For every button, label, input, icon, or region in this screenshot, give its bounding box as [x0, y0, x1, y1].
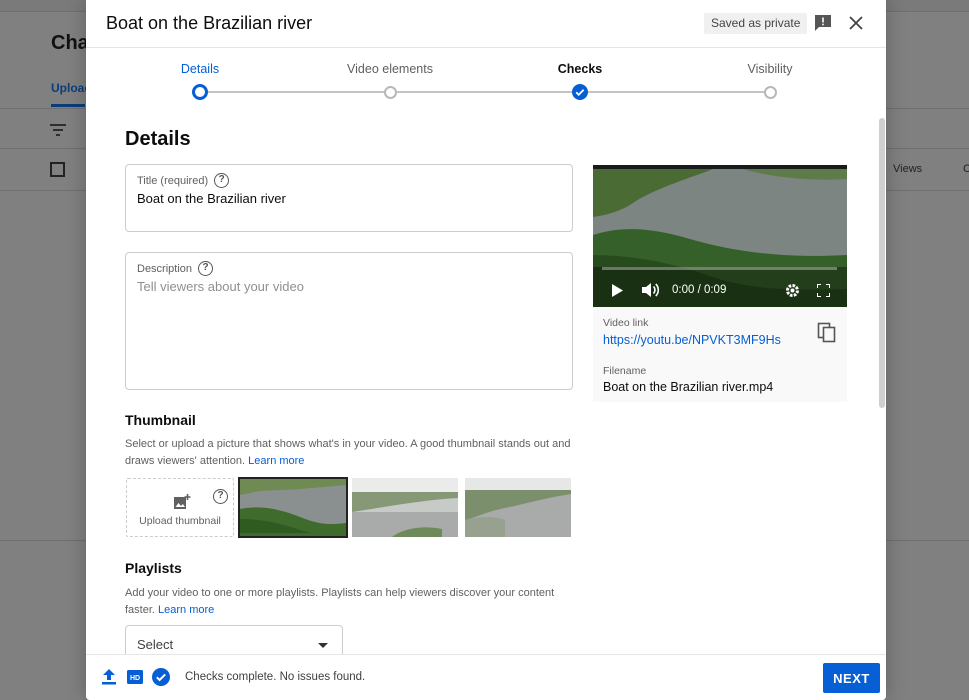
thumbnail-option[interactable] [465, 478, 571, 537]
stepper-connector [390, 91, 580, 93]
copy-icon[interactable] [817, 322, 837, 344]
step-details[interactable]: Details [140, 62, 260, 76]
feedback-icon[interactable] [813, 13, 833, 33]
filter-icon [50, 123, 66, 141]
step-pending-dot [383, 85, 397, 99]
video-timestamp: 0:00 / 0:09 [672, 284, 727, 296]
step-checks[interactable]: Checks [520, 62, 640, 76]
checks-status-text: Checks complete. No issues found. [185, 671, 366, 683]
thumbnail-option-selected[interactable] [238, 477, 348, 538]
checks-complete-icon [152, 668, 170, 686]
thumbnail-description-text: Select or upload a picture that shows wh… [125, 438, 571, 467]
background-select-all-checkbox [50, 162, 65, 177]
upload-icon [100, 668, 118, 686]
upload-dialog: Boat on the Brazilian river Saved as pri… [86, 0, 886, 700]
video-link-label: Video link [603, 317, 649, 329]
background-tab-underline [51, 104, 85, 107]
upload-thumbnail-label: Upload thumbnail [139, 515, 221, 527]
fullscreen-icon[interactable] [817, 284, 830, 297]
section-heading-playlists: Playlists [125, 560, 182, 576]
next-button[interactable]: NEXT [823, 663, 880, 693]
add-photo-icon [174, 494, 191, 509]
thumbnail-learn-more-link[interactable]: Learn more [248, 455, 304, 467]
filename-label: Filename [603, 365, 647, 377]
thumbnail-description: Select or upload a picture that shows wh… [125, 436, 575, 470]
description-label-text: Description [137, 262, 193, 275]
video-progress-bar[interactable] [602, 267, 837, 270]
svg-text:HD: HD [130, 675, 140, 682]
step-current-dot [192, 84, 208, 100]
dropdown-arrow-icon [318, 643, 328, 648]
section-heading-thumbnail: Thumbnail [125, 412, 196, 428]
help-icon[interactable]: ? [198, 261, 214, 276]
play-icon[interactable] [612, 284, 623, 297]
help-icon[interactable]: ? [213, 489, 228, 504]
background-tab-uploads: Uploac [51, 81, 92, 95]
title-field-label: Title (required) ? [137, 173, 230, 188]
settings-icon[interactable] [785, 283, 800, 298]
step-pending-dot [763, 85, 777, 99]
video-player[interactable]: 0:00 / 0:09 [593, 165, 847, 307]
video-preview-card: 0:00 / 0:09 Video link https://youtu.be/… [593, 165, 847, 402]
upload-thumbnail-button[interactable]: ? Upload thumbnail [126, 478, 234, 537]
description-field[interactable]: Description ? Tell viewers about your vi… [125, 252, 573, 390]
filename-value: Boat on the Brazilian river.mp4 [603, 380, 774, 394]
playlists-description: Add your video to one or more playlists.… [125, 585, 575, 619]
title-label-text: Title (required) [137, 174, 209, 187]
title-field[interactable]: Title (required) ? Boat on the Brazilian… [125, 164, 573, 232]
help-icon[interactable]: ? [214, 173, 230, 188]
thumbnail-image [240, 479, 346, 536]
description-field-label: Description ? [137, 261, 214, 276]
video-link[interactable]: https://youtu.be/NPVKT3MF9Hs [603, 333, 781, 347]
volume-icon[interactable] [642, 282, 660, 298]
step-video-elements[interactable]: Video elements [330, 62, 450, 76]
title-input[interactable]: Boat on the Brazilian river [137, 191, 286, 206]
dialog-footer: HD Checks complete. No issues found. NEX… [86, 654, 886, 700]
hd-icon: HD [126, 668, 144, 686]
scrollbar-thumb[interactable] [879, 118, 885, 408]
background-col-views: Views [893, 163, 923, 175]
description-input[interactable]: Tell viewers about your video [137, 279, 304, 294]
step-visibility[interactable]: Visibility [710, 62, 830, 76]
section-heading-details: Details [125, 128, 191, 150]
thumbnail-option[interactable] [352, 478, 458, 537]
background-col-extra: C [963, 163, 969, 175]
playlist-select-value: Select [137, 637, 174, 652]
close-icon[interactable] [846, 13, 866, 33]
thumbnail-image [465, 478, 571, 537]
thumbnail-image [352, 478, 458, 537]
dialog-title: Boat on the Brazilian river [106, 13, 313, 33]
dialog-header: Boat on the Brazilian river Saved as pri… [86, 0, 886, 48]
upload-stepper: Details Video elements Checks Visibility [86, 48, 886, 108]
saved-status-badge: Saved as private [704, 13, 808, 34]
stepper-connector [200, 91, 390, 93]
playlists-learn-more-link[interactable]: Learn more [158, 604, 214, 616]
dialog-content: Details Title (required) ? Boat on the B… [86, 108, 886, 654]
playlist-select[interactable]: Select [125, 625, 343, 654]
stepper-connector [580, 91, 770, 93]
check-circle-icon [572, 84, 588, 100]
